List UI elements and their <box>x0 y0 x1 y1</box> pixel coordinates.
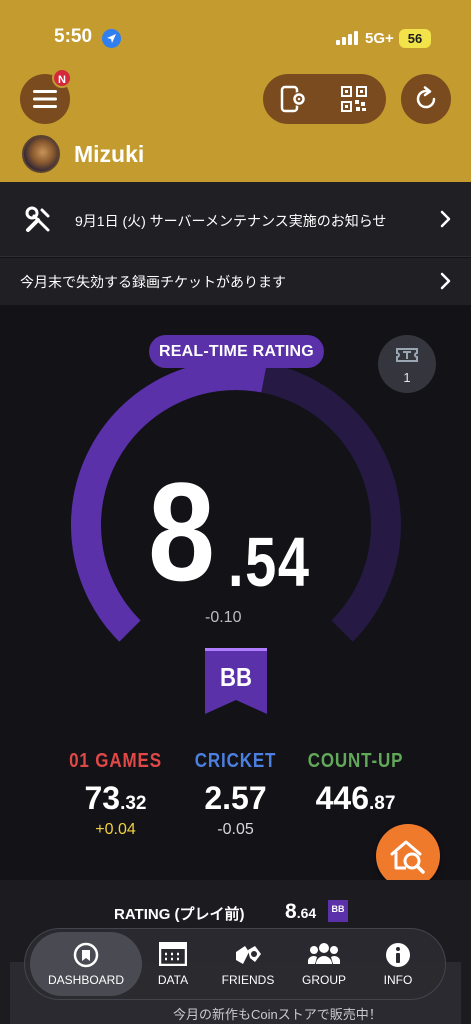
prev-rating-dec: .64 <box>296 905 317 921</box>
prev-rank-badge: BB <box>328 900 348 922</box>
nav-group-label: GROUP <box>301 973 346 987</box>
stat-countup-label: COUNT-UP <box>307 750 404 772</box>
stat-cricket-value: 2.57 <box>178 780 293 817</box>
nav-group[interactable]: GROUP <box>296 928 352 1000</box>
friends-icon <box>236 946 261 964</box>
nav-friends[interactable]: FRIENDS <box>216 928 280 1000</box>
stat-01-games-label: 01 GAMES <box>69 750 162 772</box>
info-icon <box>386 943 410 967</box>
nav-data-label: DATA <box>157 973 189 987</box>
stat-01-games-dec: .32 <box>120 793 147 814</box>
rating-delta: -0.10 <box>205 609 242 626</box>
home-search-button[interactable] <box>376 824 440 888</box>
nav-dashboard-label: DASHBOARD <box>47 973 124 987</box>
ticket-count: 1 <box>403 370 411 385</box>
stat-countup-int: 446 <box>315 780 369 816</box>
promo-banner-text: 今月の新作もCoinストアで販売中！ <box>173 1007 382 1022</box>
stat-01-games-delta: +0.04 <box>95 821 136 838</box>
group-icon <box>308 943 340 964</box>
data-icon <box>159 942 187 966</box>
prev-rating-value: 8.64 <box>285 900 316 924</box>
dashboard-icon <box>73 942 99 968</box>
nav-info[interactable]: INFO <box>372 928 424 1000</box>
rank-label: BB <box>220 662 252 692</box>
ticket-button[interactable]: 1 <box>378 335 436 393</box>
stat-01-games-value: 73.32 <box>58 780 173 817</box>
stat-cricket-delta: -0.05 <box>217 821 254 838</box>
home-search-icon <box>390 840 425 874</box>
stat-countup-dec: .87 <box>368 793 396 814</box>
prev-rating-int: 8 <box>285 900 297 923</box>
nav-dashboard[interactable]: DASHBOARD <box>30 928 142 1000</box>
stat-cricket-int: 2.57 <box>204 780 267 816</box>
stat-cricket-label: CRICKET <box>194 750 277 772</box>
stat-01-games-int: 73 <box>84 780 121 816</box>
nav-data[interactable]: DATA <box>147 928 199 1000</box>
ticket-icon <box>396 348 418 362</box>
nav-friends-label: FRIENDS <box>221 973 275 987</box>
stat-countup-value: 446.87 <box>298 780 413 817</box>
realtime-rating-badge: REAL-TIME RATING <box>149 335 324 368</box>
prev-rating-label: RATING (プレイ前) <box>114 906 245 923</box>
nav-info-label: INFO <box>383 973 413 987</box>
rating-integer: 8 <box>148 453 215 610</box>
rating-decimal: .54 <box>228 523 311 601</box>
